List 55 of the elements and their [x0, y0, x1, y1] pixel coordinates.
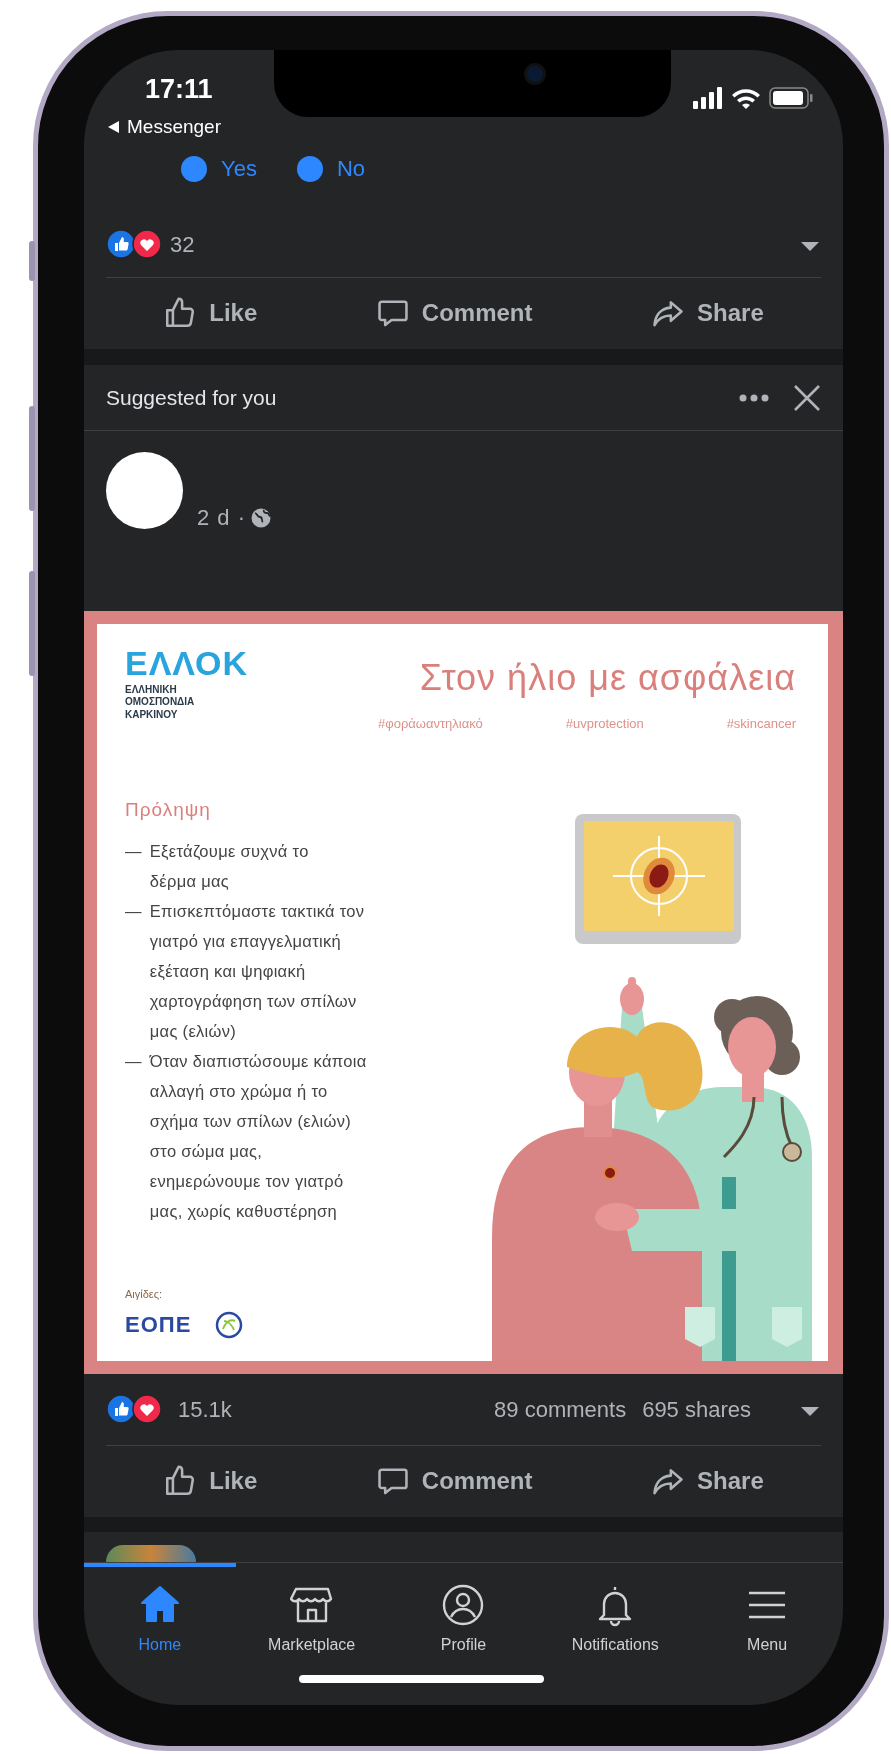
tab[interactable]: Profile — [387, 1562, 540, 1705]
profile-icon — [441, 1582, 486, 1627]
close-button[interactable] — [793, 383, 821, 412]
back-triangle-icon — [107, 120, 121, 135]
like-button[interactable]: Like — [149, 289, 272, 338]
post-time: 2 d · — [197, 504, 247, 533]
comment-button[interactable]: Comment — [361, 289, 547, 338]
bullet-dash: — — [125, 1051, 142, 1073]
share-count: 695 shares — [642, 1395, 751, 1424]
poster-title: Στον ήλιο με ασφάλεια — [419, 659, 796, 696]
wifi-icon — [731, 87, 761, 110]
comment-count: 89 comments — [494, 1395, 627, 1424]
hashtag: #skincancer — [726, 714, 796, 733]
patronage-label: Αιγίδες: — [125, 1287, 164, 1303]
tab[interactable]: Notifications — [539, 1562, 692, 1705]
poll-option[interactable]: Yes — [181, 152, 257, 186]
globe-icon — [250, 506, 273, 529]
battery-icon — [769, 87, 813, 110]
sponsor-logo: ΕΟΠΕ — [125, 1313, 192, 1336]
bullet-text: Όταν διαπιστώσουμε κάποια αλλαγή στο χρώμα ή το σχήμα των σπίλων (ελιών) στο σώμα μας, ενημερώνουμε τον γιατρό μας, χωρίς καθυστέρηση — [149, 1051, 367, 1223]
bullet-text: Επισκεπτόμαστε τακτικά τον γιατρό για επαγγελματική εξέταση και ψηφιακή χαρτογράφηση των σπίλων μας (ελιών) — [149, 901, 365, 1043]
radio-circle-icon — [296, 155, 323, 182]
love-reaction-icon — [132, 1394, 162, 1425]
organization-logo: ΕΛΛΟΚ — [125, 645, 249, 680]
hashtag: #uvprotection — [565, 714, 644, 733]
tab[interactable]: Home — [84, 1562, 236, 1705]
comment-button[interactable]: Comment — [361, 1457, 547, 1506]
love-reaction-icon — [132, 229, 162, 260]
poll-option[interactable]: No — [296, 152, 365, 186]
bullet-text: Εξετάζουμε συχνά το δέρμα μας — [149, 841, 309, 893]
tab[interactable]: Menu — [691, 1562, 843, 1705]
more-options-button[interactable] — [739, 393, 769, 402]
tab[interactable]: Marketplace — [235, 1562, 388, 1705]
share-button[interactable]: Share — [637, 1457, 778, 1506]
section-heading: Πρόληψη — [125, 797, 212, 822]
hashtag: #φοράωαντηλιακό — [378, 714, 483, 733]
camera-lens — [527, 66, 543, 82]
bullet-dash: — — [125, 841, 142, 863]
like-reaction-icon — [106, 229, 136, 260]
close-icon — [793, 383, 821, 412]
radio-circle-icon — [181, 155, 207, 182]
like-button[interactable]: Like — [149, 1457, 272, 1506]
share-button[interactable]: Share — [637, 289, 778, 338]
logo-subtitle: ΕΛΛΗΝΙΚΗ ΟΜΟΣΠΟΝΔΙΑ ΚΑΡΚΙΝΟΥ — [125, 683, 196, 722]
bullet-dash: — — [125, 901, 142, 923]
caret-icon — [799, 239, 821, 254]
reaction-count: 32 — [170, 230, 195, 259]
signal-icon — [693, 87, 723, 110]
status-time: 17:11 — [145, 76, 214, 103]
like-reaction-icon — [106, 1394, 136, 1425]
reaction-count: 15.1k — [178, 1395, 232, 1424]
section-title: Suggested for you — [106, 384, 277, 411]
back-link[interactable]: Messenger — [107, 113, 221, 142]
society-emblem-icon — [215, 1310, 244, 1339]
more-icon — [739, 393, 769, 402]
